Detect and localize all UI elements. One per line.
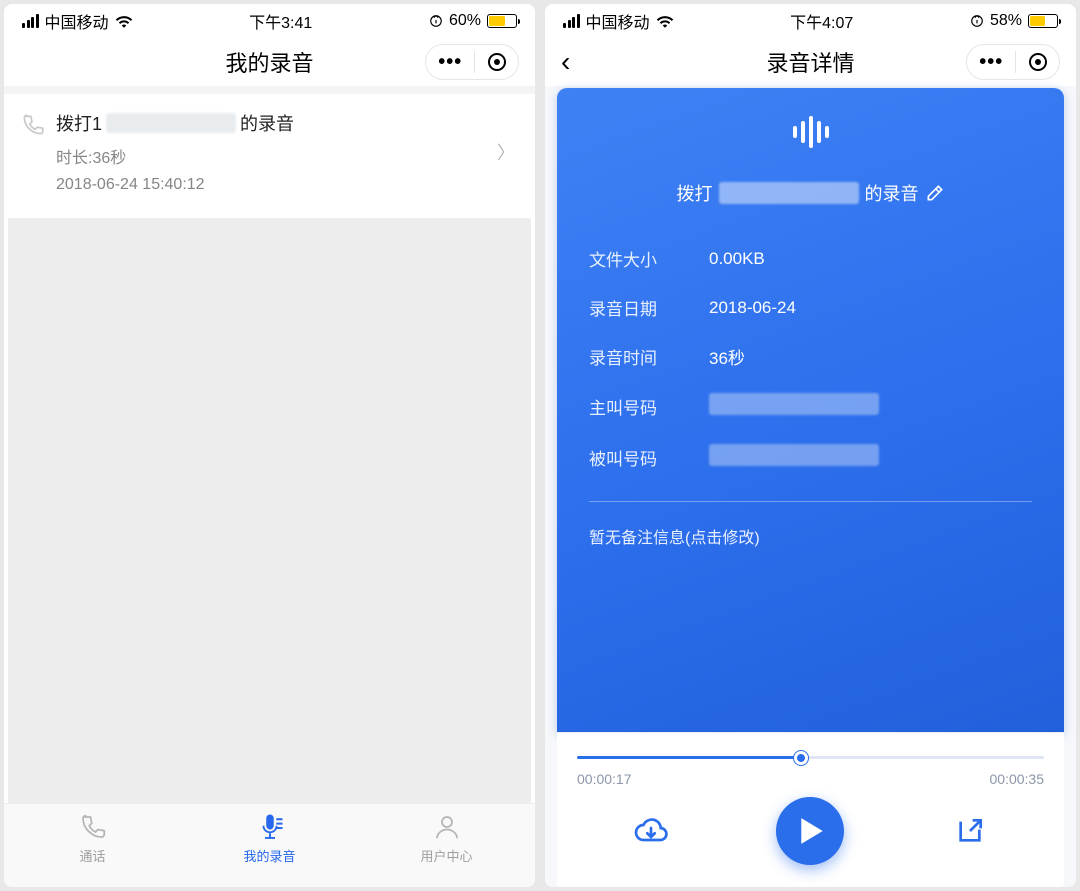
record-date-value: 2018-06-24 bbox=[709, 298, 1032, 318]
back-button[interactable]: ‹ bbox=[561, 48, 570, 76]
do-not-disturb-icon bbox=[429, 14, 443, 28]
title-bar: ‹ 录音详情 ••• bbox=[545, 38, 1076, 86]
phone-icon bbox=[20, 112, 46, 138]
note-placeholder[interactable]: 暂无备注信息(点击修改) bbox=[589, 524, 1032, 548]
play-button[interactable] bbox=[776, 797, 844, 865]
download-button[interactable] bbox=[628, 808, 674, 854]
capsule-close-icon[interactable] bbox=[1029, 53, 1047, 71]
empty-area bbox=[8, 218, 531, 803]
redacted-number bbox=[719, 182, 859, 204]
recording-detail-card: 拨打 的录音 文件大小 0.00KB 录音日期 2018-06-24 录音时间 … bbox=[557, 88, 1064, 733]
progress-slider[interactable] bbox=[577, 749, 1044, 765]
redacted-number bbox=[106, 113, 236, 133]
status-time: 下午4:07 bbox=[674, 9, 970, 33]
battery-percent: 60% bbox=[449, 12, 481, 30]
file-size-value: 0.00KB bbox=[709, 249, 1032, 269]
tab-call[interactable]: 通话 bbox=[33, 812, 153, 865]
recording-timestamp: 2018-06-24 15:40:12 bbox=[56, 176, 515, 194]
carrier-label: 中国移动 bbox=[586, 9, 650, 33]
info-row-caller: 主叫号码 bbox=[589, 381, 1032, 432]
mic-tab-icon bbox=[255, 812, 285, 842]
carrier-label: 中国移动 bbox=[45, 9, 109, 33]
wechat-capsule[interactable]: ••• bbox=[966, 44, 1060, 80]
wifi-icon bbox=[656, 14, 674, 28]
status-time: 下午3:41 bbox=[133, 9, 429, 33]
info-row-size: 文件大小 0.00KB bbox=[589, 234, 1032, 283]
edit-icon[interactable] bbox=[925, 183, 945, 203]
phone-left-my-recordings: 中国移动 下午3:41 60% 我的录音 ••• 拨打 bbox=[4, 4, 535, 887]
info-row-date: 录音日期 2018-06-24 bbox=[589, 283, 1032, 332]
section-divider bbox=[4, 86, 535, 94]
tab-call-label: 通话 bbox=[79, 846, 105, 865]
signal-icon bbox=[563, 14, 580, 28]
recording-list-item[interactable]: 拨打1 的录音 时长:36秒 2018-06-24 15:40:12 〉 bbox=[4, 94, 535, 210]
bottom-tab-bar: 通话 我的录音 用户中心 bbox=[4, 803, 535, 887]
elapsed-time: 00:00:17 bbox=[577, 771, 632, 787]
battery-icon bbox=[1028, 14, 1058, 28]
recording-title: 拨打1 的录音 bbox=[56, 110, 515, 136]
divider bbox=[589, 501, 1032, 502]
tab-recordings[interactable]: 我的录音 bbox=[210, 812, 330, 865]
waveform-icon bbox=[589, 112, 1032, 152]
capsule-divider bbox=[474, 51, 475, 73]
chevron-right-icon: 〉 bbox=[497, 139, 515, 165]
status-bar: 中国移动 下午4:07 58% bbox=[545, 4, 1076, 38]
record-time-value: 36秒 bbox=[709, 344, 1032, 369]
title-bar: 我的录音 ••• bbox=[4, 38, 535, 86]
info-row-callee: 被叫号码 bbox=[589, 432, 1032, 483]
recording-title-row: 拨打 的录音 bbox=[589, 180, 1032, 206]
tab-user[interactable]: 用户中心 bbox=[387, 812, 507, 865]
status-bar: 中国移动 下午3:41 60% bbox=[4, 4, 535, 38]
wechat-capsule[interactable]: ••• bbox=[425, 44, 519, 80]
phone-right-recording-detail: 中国移动 下午4:07 58% ‹ 录音详情 ••• 拨打 的录音 bbox=[545, 4, 1076, 887]
signal-icon bbox=[22, 14, 39, 28]
phone-tab-icon bbox=[78, 812, 108, 842]
recording-duration: 时长:36秒 bbox=[56, 144, 515, 168]
info-row-time: 录音时间 36秒 bbox=[589, 332, 1032, 381]
capsule-menu-icon[interactable]: ••• bbox=[438, 51, 462, 74]
battery-icon bbox=[487, 14, 517, 28]
share-button[interactable] bbox=[947, 808, 993, 854]
user-tab-icon bbox=[432, 812, 462, 842]
wifi-icon bbox=[115, 14, 133, 28]
capsule-menu-icon[interactable]: ••• bbox=[979, 51, 1003, 74]
do-not-disturb-icon bbox=[970, 14, 984, 28]
tab-user-label: 用户中心 bbox=[420, 846, 472, 865]
tab-recordings-label: 我的录音 bbox=[243, 846, 295, 865]
capsule-close-icon[interactable] bbox=[488, 53, 506, 71]
battery-percent: 58% bbox=[990, 12, 1022, 30]
capsule-divider bbox=[1015, 51, 1016, 73]
redacted-caller bbox=[709, 393, 879, 415]
redacted-callee bbox=[709, 444, 879, 466]
audio-player: 00:00:17 00:00:35 bbox=[557, 733, 1064, 887]
total-time: 00:00:35 bbox=[990, 771, 1045, 787]
